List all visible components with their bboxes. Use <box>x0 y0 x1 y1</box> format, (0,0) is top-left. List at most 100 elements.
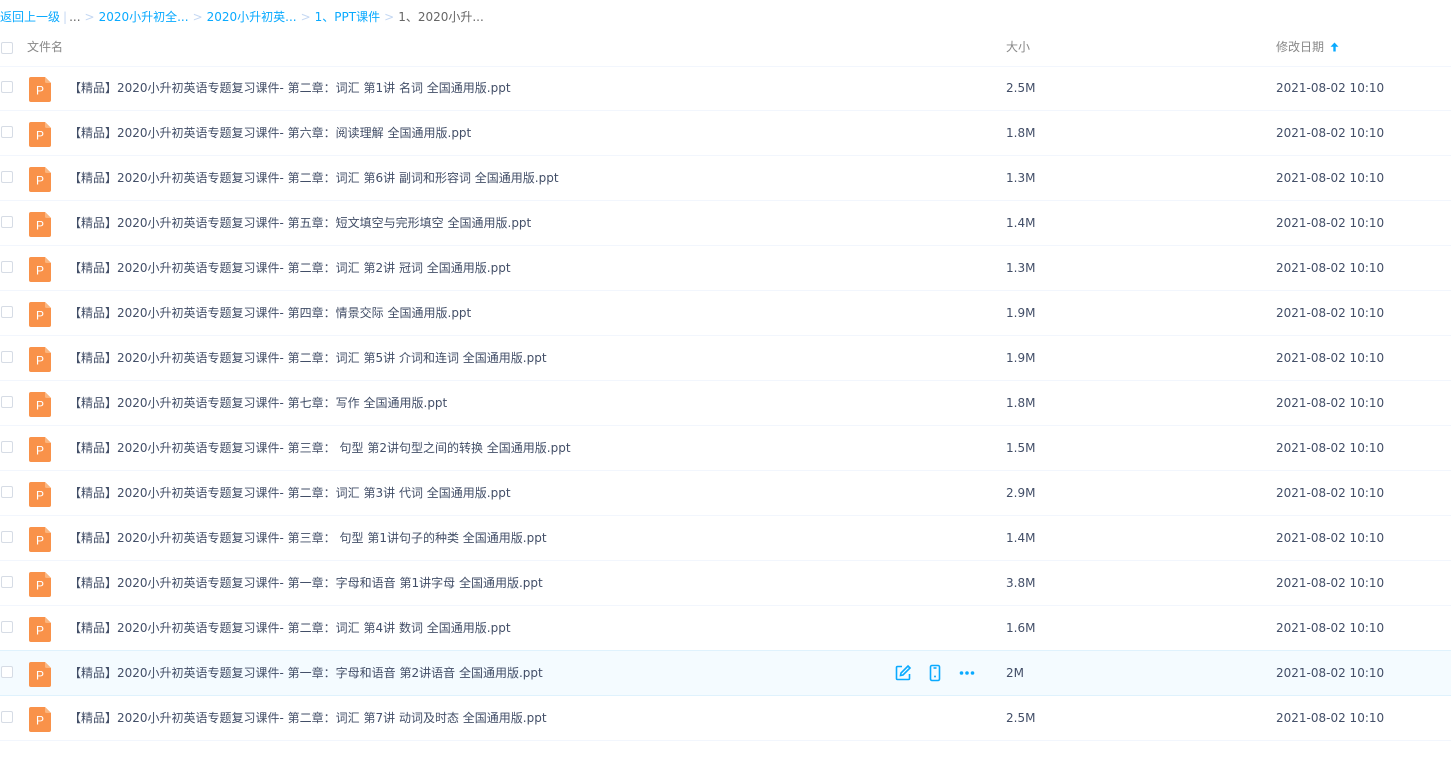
column-header-name[interactable]: 文件名 <box>27 34 63 60</box>
breadcrumb-item-2[interactable]: 2020小升初英... <box>207 10 297 24</box>
row-checkbox[interactable] <box>1 666 13 678</box>
svg-text:P: P <box>36 264 44 278</box>
breadcrumb-ellipsis[interactable]: ... <box>69 10 80 24</box>
file-row[interactable]: P 【精品】2020小升初英语专题复习课件- 第二章：词汇 第1讲 名词 全国通… <box>0 66 1451 111</box>
file-name[interactable]: 【精品】2020小升初英语专题复习课件- 第二章：词汇 第3讲 代词 全国通用版… <box>69 471 511 515</box>
file-row[interactable]: P 【精品】2020小升初英语专题复习课件- 第七章：写作 全国通用版.ppt … <box>0 381 1451 426</box>
breadcrumb: 返回上一级 |... >2020小升初全... >2020小升初英... >1、PPT课… <box>0 0 484 34</box>
file-name[interactable]: 【精品】2020小升初英语专题复习课件- 第四章：情景交际 全国通用版.ppt <box>69 291 471 335</box>
file-row[interactable]: P 【精品】2020小升初英语专题复习课件- 第四章：情景交际 全国通用版.pp… <box>0 291 1451 336</box>
ppt-file-icon: P <box>29 617 51 642</box>
svg-text:P: P <box>36 129 44 143</box>
file-row[interactable]: P 【精品】2020小升初英语专题复习课件- 第二章：词汇 第5讲 介词和连词 … <box>0 336 1451 381</box>
file-date: 2021-08-02 10:10 <box>1276 216 1385 230</box>
file-size: 1.3M <box>1006 171 1036 185</box>
file-date: 2021-08-02 10:10 <box>1276 261 1385 275</box>
file-row[interactable]: P 【精品】2020小升初英语专题复习课件- 第二章：词汇 第3讲 代词 全国通… <box>0 471 1451 516</box>
ppt-file-icon: P <box>29 77 51 102</box>
breadcrumb-arrow: > <box>192 10 203 24</box>
svg-text:P: P <box>36 489 44 503</box>
file-row[interactable]: P 【精品】2020小升初英语专题复习课件- 第二章：词汇 第6讲 副词和形容词… <box>0 156 1451 201</box>
row-checkbox[interactable] <box>1 306 13 318</box>
breadcrumb-arrow: > <box>84 10 95 24</box>
row-checkbox[interactable] <box>1 351 13 363</box>
svg-text:P: P <box>36 534 44 548</box>
file-size: 2M <box>1006 666 1024 680</box>
row-checkbox[interactable] <box>1 216 13 228</box>
ppt-file-icon: P <box>29 167 51 192</box>
more-icon[interactable] <box>958 664 976 682</box>
ppt-file-icon: P <box>29 122 51 147</box>
file-name[interactable]: 【精品】2020小升初英语专题复习课件- 第五章：短文填空与完形填空 全国通用版… <box>69 201 531 245</box>
file-name[interactable]: 【精品】2020小升初英语专题复习课件- 第一章：字母和语音 第2讲语音 全国通… <box>69 651 543 695</box>
file-size: 1.8M <box>1006 126 1036 140</box>
file-size: 1.6M <box>1006 621 1036 635</box>
breadcrumb-item-3[interactable]: 1、PPT课件 <box>315 10 380 24</box>
row-checkbox[interactable] <box>1 126 13 138</box>
file-date: 2021-08-02 10:10 <box>1276 441 1385 455</box>
row-checkbox[interactable] <box>1 81 13 93</box>
file-size: 1.4M <box>1006 531 1036 545</box>
file-date: 2021-08-02 10:10 <box>1276 396 1385 410</box>
file-size: 1.8M <box>1006 396 1036 410</box>
ppt-file-icon: P <box>29 437 51 462</box>
breadcrumb-divider: | <box>63 10 68 24</box>
file-name[interactable]: 【精品】2020小升初英语专题复习课件- 第二章：词汇 第7讲 动词及时态 全国… <box>69 696 547 740</box>
svg-text:P: P <box>36 354 44 368</box>
file-row[interactable]: P 【精品】2020小升初英语专题复习课件- 第三章： 句型 第2讲句型之间的转… <box>0 426 1451 471</box>
file-row[interactable]: P 【精品】2020小升初英语专题复习课件- 第一章：字母和语音 第1讲字母 全… <box>0 561 1451 606</box>
file-size: 3.8M <box>1006 576 1036 590</box>
row-checkbox[interactable] <box>1 576 13 588</box>
file-name[interactable]: 【精品】2020小升初英语专题复习课件- 第六章：阅读理解 全国通用版.ppt <box>69 111 471 155</box>
file-name[interactable]: 【精品】2020小升初英语专题复习课件- 第七章：写作 全国通用版.ppt <box>69 381 447 425</box>
file-name[interactable]: 【精品】2020小升初英语专题复习课件- 第二章：词汇 第4讲 数词 全国通用版… <box>69 606 511 650</box>
ppt-file-icon: P <box>29 527 51 552</box>
file-date: 2021-08-02 10:10 <box>1276 666 1385 680</box>
breadcrumb-arrow: > <box>384 10 395 24</box>
ppt-file-icon: P <box>29 392 51 417</box>
row-checkbox[interactable] <box>1 261 13 273</box>
file-row[interactable]: P 【精品】2020小升初英语专题复习课件- 第二章：词汇 第4讲 数词 全国通… <box>0 606 1451 651</box>
svg-text:P: P <box>36 219 44 233</box>
ppt-file-icon: P <box>29 347 51 372</box>
ppt-file-icon: P <box>29 572 51 597</box>
svg-text:P: P <box>36 579 44 593</box>
ppt-file-icon: P <box>29 707 51 732</box>
file-row[interactable]: P 【精品】2020小升初英语专题复习课件- 第一章：字母和语音 第2讲语音 全… <box>0 650 1451 696</box>
column-header-date[interactable]: 修改日期 <box>1276 34 1339 61</box>
edit-icon[interactable] <box>894 664 912 682</box>
file-name[interactable]: 【精品】2020小升初英语专题复习课件- 第二章：词汇 第5讲 介词和连词 全国… <box>69 336 547 380</box>
file-date: 2021-08-02 10:10 <box>1276 711 1385 725</box>
row-checkbox[interactable] <box>1 711 13 723</box>
file-row[interactable]: P 【精品】2020小升初英语专题复习课件- 第二章：词汇 第7讲 动词及时态 … <box>0 696 1451 741</box>
mobile-icon[interactable] <box>926 664 944 682</box>
file-row[interactable]: P 【精品】2020小升初英语专题复习课件- 第二章：词汇 第2讲 冠词 全国通… <box>0 246 1451 291</box>
file-name[interactable]: 【精品】2020小升初英语专题复习课件- 第三章： 句型 第2讲句型之间的转换 … <box>69 426 571 470</box>
file-name[interactable]: 【精品】2020小升初英语专题复习课件- 第二章：词汇 第2讲 冠词 全国通用版… <box>69 246 511 290</box>
file-name[interactable]: 【精品】2020小升初英语专题复习课件- 第一章：字母和语音 第1讲字母 全国通… <box>69 561 543 605</box>
file-row[interactable]: P 【精品】2020小升初英语专题复习课件- 第三章： 句型 第1讲句子的种类 … <box>0 516 1451 561</box>
file-row[interactable]: P 【精品】2020小升初英语专题复习课件- 第五章：短文填空与完形填空 全国通… <box>0 201 1451 246</box>
file-size: 1.9M <box>1006 351 1036 365</box>
row-checkbox[interactable] <box>1 531 13 543</box>
file-row[interactable]: P 【精品】2020小升初英语专题复习课件- 第六章：阅读理解 全国通用版.pp… <box>0 111 1451 156</box>
row-checkbox[interactable] <box>1 441 13 453</box>
row-checkbox[interactable] <box>1 396 13 408</box>
arrow-up-icon[interactable] <box>1330 35 1339 61</box>
column-header-size[interactable]: 大小 <box>1006 34 1030 60</box>
file-date: 2021-08-02 10:10 <box>1276 171 1385 185</box>
breadcrumb-item-1[interactable]: 2020小升初全... <box>99 10 189 24</box>
back-link[interactable]: 返回上一级 <box>0 10 60 24</box>
file-date: 2021-08-02 10:10 <box>1276 531 1385 545</box>
row-checkbox[interactable] <box>1 486 13 498</box>
file-name[interactable]: 【精品】2020小升初英语专题复习课件- 第二章：词汇 第1讲 名词 全国通用版… <box>69 66 511 110</box>
select-all-checkbox[interactable] <box>1 42 13 54</box>
file-size: 1.5M <box>1006 441 1036 455</box>
file-name[interactable]: 【精品】2020小升初英语专题复习课件- 第二章：词汇 第6讲 副词和形容词 全… <box>69 156 559 200</box>
row-checkbox[interactable] <box>1 621 13 633</box>
file-name[interactable]: 【精品】2020小升初英语专题复习课件- 第三章： 句型 第1讲句子的种类 全国… <box>69 516 547 560</box>
file-size: 1.9M <box>1006 306 1036 320</box>
file-size: 2.9M <box>1006 486 1036 500</box>
file-size: 1.3M <box>1006 261 1036 275</box>
row-checkbox[interactable] <box>1 171 13 183</box>
